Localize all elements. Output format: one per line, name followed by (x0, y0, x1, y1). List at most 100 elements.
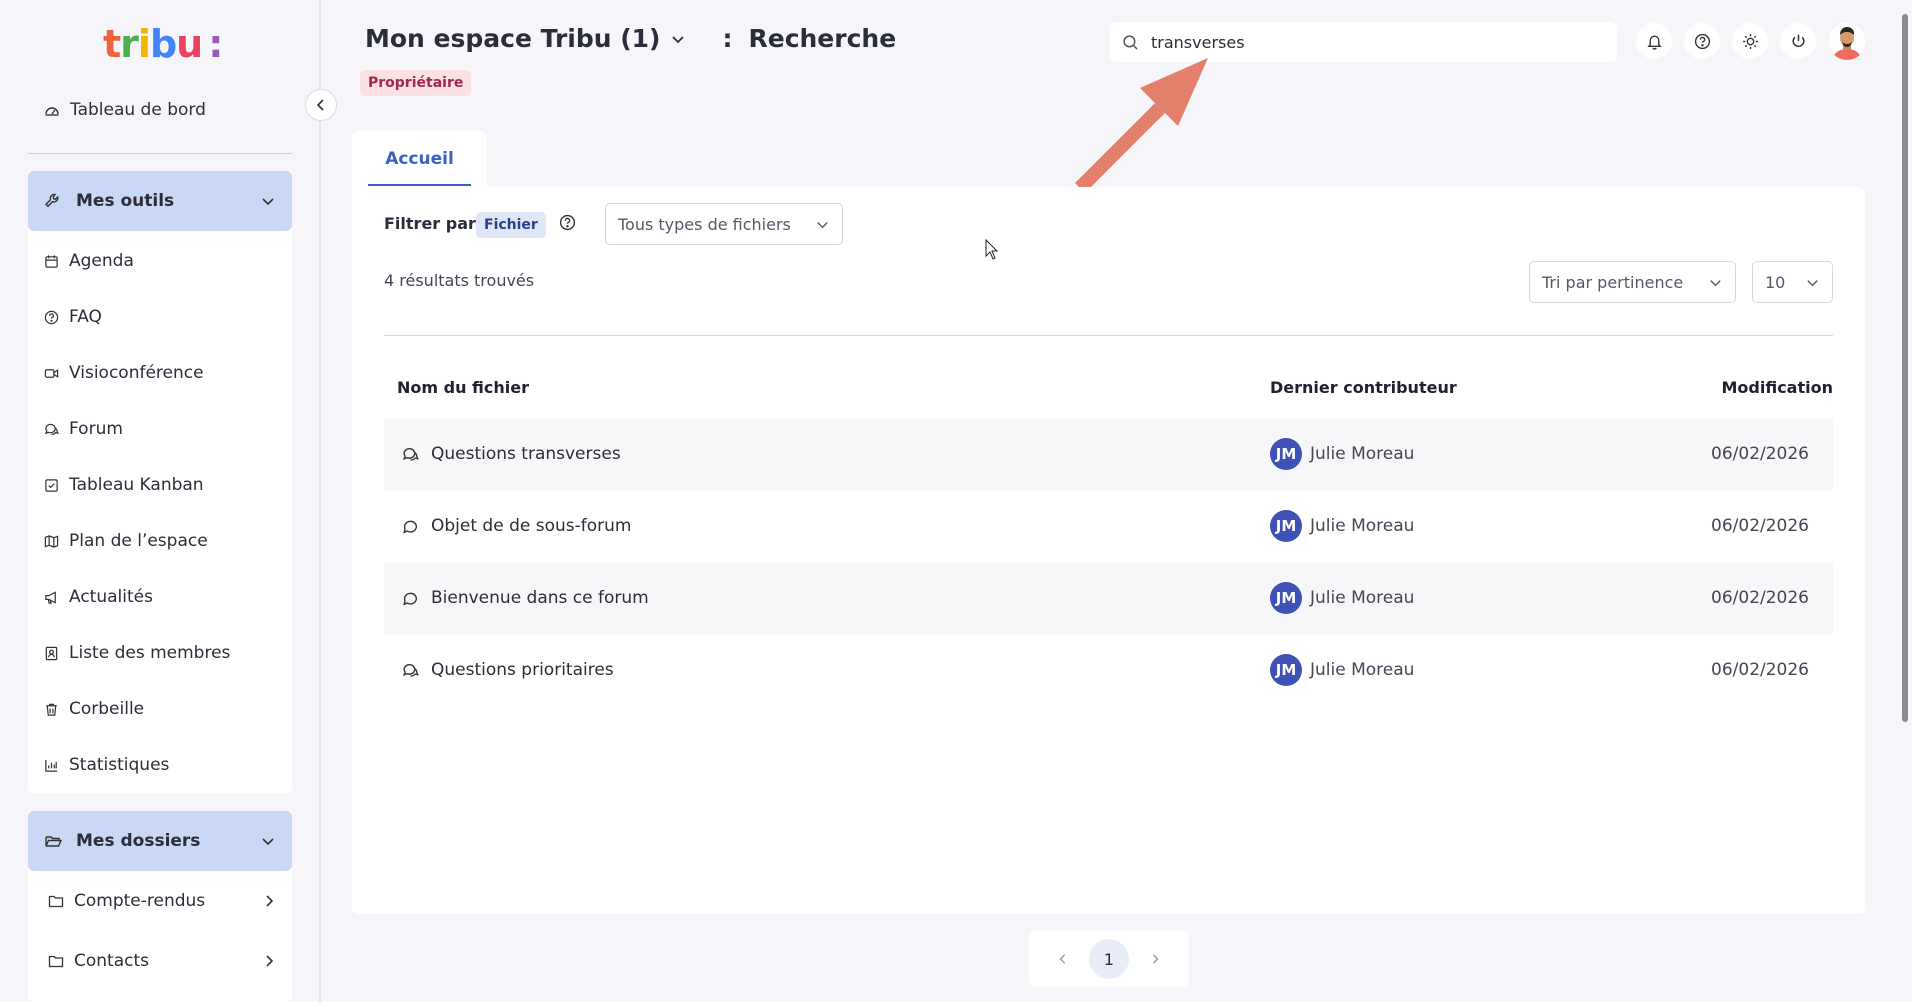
table-row[interactable]: Bienvenue dans ce forum JM Julie Moreau … (384, 562, 1833, 634)
table-row[interactable]: Questions transverses JM Julie Moreau 06… (384, 418, 1833, 490)
wrench-icon (44, 192, 62, 210)
annotation-arrow-icon (1075, 58, 1208, 193)
filter-label: Filtrer par: (384, 214, 483, 233)
sidebar-item-forum[interactable]: Forum (28, 401, 292, 457)
results-count: 4 résultats trouvés (384, 271, 535, 290)
next-page-button[interactable] (1149, 953, 1161, 965)
folders-section: Mes dossiers Compte-rendus Contacts (28, 811, 292, 1002)
space-switcher[interactable]: Mon espace Tribu (1) (365, 24, 686, 53)
sidebar-item-members[interactable]: Liste des membres (28, 625, 292, 681)
sidebar-item-news[interactable]: Actualités (28, 569, 292, 625)
folders-section-toggle[interactable]: Mes dossiers (28, 811, 292, 871)
logo-letter: b (149, 22, 177, 66)
search-input[interactable] (1151, 32, 1591, 52)
sidebar-item-visio[interactable]: Visioconférence (28, 345, 292, 401)
forum-icon (44, 422, 59, 437)
map-icon (44, 534, 59, 549)
sidebar-item-label: Tableau de bord (70, 100, 206, 120)
previous-page-button[interactable] (1057, 953, 1069, 965)
folder-item-contacts[interactable]: Contacts (28, 931, 292, 991)
folder-open-icon (44, 832, 62, 850)
file-name: Bienvenue dans ce forum (431, 588, 649, 608)
sidebar-item-stats[interactable]: Statistiques (28, 737, 292, 793)
sidebar-item-faq[interactable]: FAQ (28, 289, 292, 345)
modification-date: 06/02/2026 (1711, 588, 1809, 608)
contributor-cell: JM Julie Moreau (1270, 654, 1414, 686)
theme-toggle-button[interactable] (1732, 23, 1768, 59)
chevron-down-icon (1805, 275, 1820, 290)
modification-date: 06/02/2026 (1711, 444, 1809, 464)
folder-item-compte-rendus[interactable]: Compte-rendus (28, 871, 292, 931)
help-circle-icon (1694, 33, 1711, 50)
sidebar-item-kanban[interactable]: Tableau Kanban (28, 457, 292, 513)
page-title: Mon espace Tribu (1) : Recherche (365, 24, 896, 53)
search-bar[interactable] (1110, 22, 1617, 62)
table-row[interactable]: Questions prioritaires JM Julie Moreau 0… (384, 634, 1833, 706)
column-header-modification[interactable]: Modification (1721, 378, 1833, 397)
video-icon (44, 366, 59, 381)
contributor-name: Julie Moreau (1310, 588, 1415, 608)
notifications-button[interactable] (1636, 23, 1672, 59)
comment-icon (402, 590, 419, 607)
logo-letter: : (208, 22, 223, 66)
forum-icon (402, 446, 419, 463)
chevron-down-icon (1708, 275, 1723, 290)
chevron-left-icon (314, 98, 328, 112)
sun-icon (1742, 33, 1759, 50)
chevron-down-icon (260, 193, 276, 209)
chevron-right-icon (262, 894, 276, 908)
column-header-name[interactable]: Nom du fichier (397, 378, 529, 397)
title-separator: : (722, 24, 733, 53)
sidebar-collapse-button[interactable] (305, 89, 337, 121)
column-header-contributor[interactable]: Dernier contributeur (1270, 378, 1457, 397)
logout-button[interactable] (1780, 23, 1816, 59)
logo-letter: r (120, 22, 139, 66)
page-1-button[interactable]: 1 (1089, 939, 1129, 979)
comment-icon (402, 518, 419, 535)
tribu-logo[interactable]: t r i b u : (103, 22, 223, 66)
folder-label: Contacts (74, 951, 149, 971)
chevron-down-icon (260, 833, 276, 849)
tools-section-toggle[interactable]: Mes outils (28, 171, 292, 231)
file-type-select-value: Tous types de fichiers (618, 214, 791, 234)
file-type-select[interactable]: Tous types de fichiers (605, 203, 843, 245)
sort-select[interactable]: Tri par pertinence (1529, 261, 1736, 303)
sidebar-item-trash[interactable]: Corbeille (28, 681, 292, 737)
folder-icon (48, 953, 64, 969)
page-scrollbar[interactable] (1898, 0, 1912, 1002)
bar-chart-icon (44, 758, 59, 773)
filter-chip-fichier[interactable]: Fichier (476, 212, 546, 238)
bell-icon (1646, 33, 1663, 50)
logo-letter: t (103, 22, 121, 66)
sidebar-item-dashboard[interactable]: Tableau de bord (44, 100, 206, 120)
help-button[interactable] (1684, 23, 1720, 59)
contributor-name: Julie Moreau (1310, 444, 1415, 464)
tab-accueil[interactable]: Accueil (352, 131, 487, 187)
sidebar-item-label: Liste des membres (69, 643, 231, 663)
role-badge: Propriétaire (360, 70, 472, 96)
sidebar-item-label: Forum (69, 419, 123, 439)
section-name: Recherche (748, 24, 897, 53)
pagination: 1 (1029, 931, 1189, 987)
sidebar-item-label: Tableau Kanban (69, 475, 204, 495)
contributor-avatar: JM (1270, 438, 1302, 470)
active-tab-indicator (368, 184, 471, 186)
contributor-name: Julie Moreau (1310, 516, 1415, 536)
user-avatar[interactable] (1828, 22, 1866, 60)
scrollbar-thumb[interactable] (1902, 14, 1908, 722)
modification-date: 06/02/2026 (1711, 660, 1809, 680)
table-row[interactable]: Objet de de sous-forum JM Julie Moreau 0… (384, 490, 1833, 562)
sidebar-item-plan[interactable]: Plan de l’espace (28, 513, 292, 569)
trash-icon (44, 702, 59, 717)
sidebar-item-label: Visioconférence (69, 363, 204, 383)
sidebar-item-agenda[interactable]: Agenda (28, 233, 292, 289)
folders-section-title: Mes dossiers (76, 831, 201, 851)
chevron-right-icon (262, 954, 276, 968)
file-name-cell: Objet de de sous-forum (402, 516, 631, 536)
kanban-check-icon (44, 478, 59, 493)
sidebar-divider (28, 153, 292, 154)
file-name-cell: Bienvenue dans ce forum (402, 588, 649, 608)
help-circle-icon[interactable] (559, 214, 576, 231)
page-size-select[interactable]: 10 (1752, 261, 1833, 303)
dashboard-gauge-icon (44, 102, 60, 118)
